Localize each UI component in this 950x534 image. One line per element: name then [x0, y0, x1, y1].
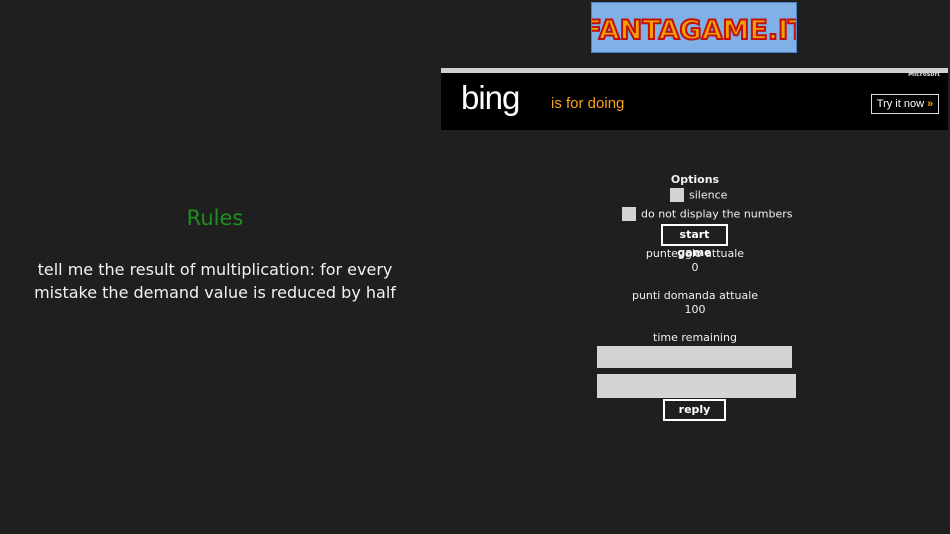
logo-text: FANTAGAME.IT	[592, 15, 797, 46]
silence-checkbox[interactable]	[670, 188, 684, 202]
ad-try-label: Try it now	[876, 98, 925, 110]
ad-try-it-button[interactable]: Try it now »	[871, 94, 939, 114]
start-game-button[interactable]: start game	[661, 224, 728, 259]
ad-bing-logo: bing	[461, 79, 520, 116]
fantagame-logo-image: FANTAGAME.IT	[592, 14, 797, 47]
rules-text: tell me the result of multiplication: fo…	[34, 260, 396, 302]
hide-numbers-option[interactable]: do not display the numbers	[622, 207, 793, 223]
silence-option[interactable]: silence	[670, 188, 727, 204]
question-points-label: punti domanda attuale	[631, 289, 759, 302]
reply-button[interactable]: reply	[663, 399, 726, 421]
hide-numbers-label: do not display the numbers	[641, 207, 793, 221]
site-logo[interactable]: FANTAGAME.IT	[591, 2, 797, 53]
time-remaining-label: time remaining	[653, 331, 737, 344]
options-title: Options	[670, 173, 720, 186]
silence-label: silence	[689, 188, 728, 202]
rules-title: Rules	[186, 206, 244, 230]
double-chevron-icon: »	[927, 98, 934, 110]
ad-microsoft-label: Microsoft	[908, 71, 940, 78]
current-score-value: 0	[691, 261, 699, 274]
hide-numbers-checkbox[interactable]	[622, 207, 636, 221]
ad-tagline: is for doing	[551, 95, 625, 112]
current-score-label: punteggio attuale	[645, 247, 745, 260]
question-points-value: 100	[684, 303, 706, 316]
bing-ad-banner[interactable]: Microsoft bing is for doing Try it now »	[441, 68, 948, 130]
time-remaining-bar	[597, 346, 792, 368]
answer-input[interactable]	[597, 374, 796, 398]
